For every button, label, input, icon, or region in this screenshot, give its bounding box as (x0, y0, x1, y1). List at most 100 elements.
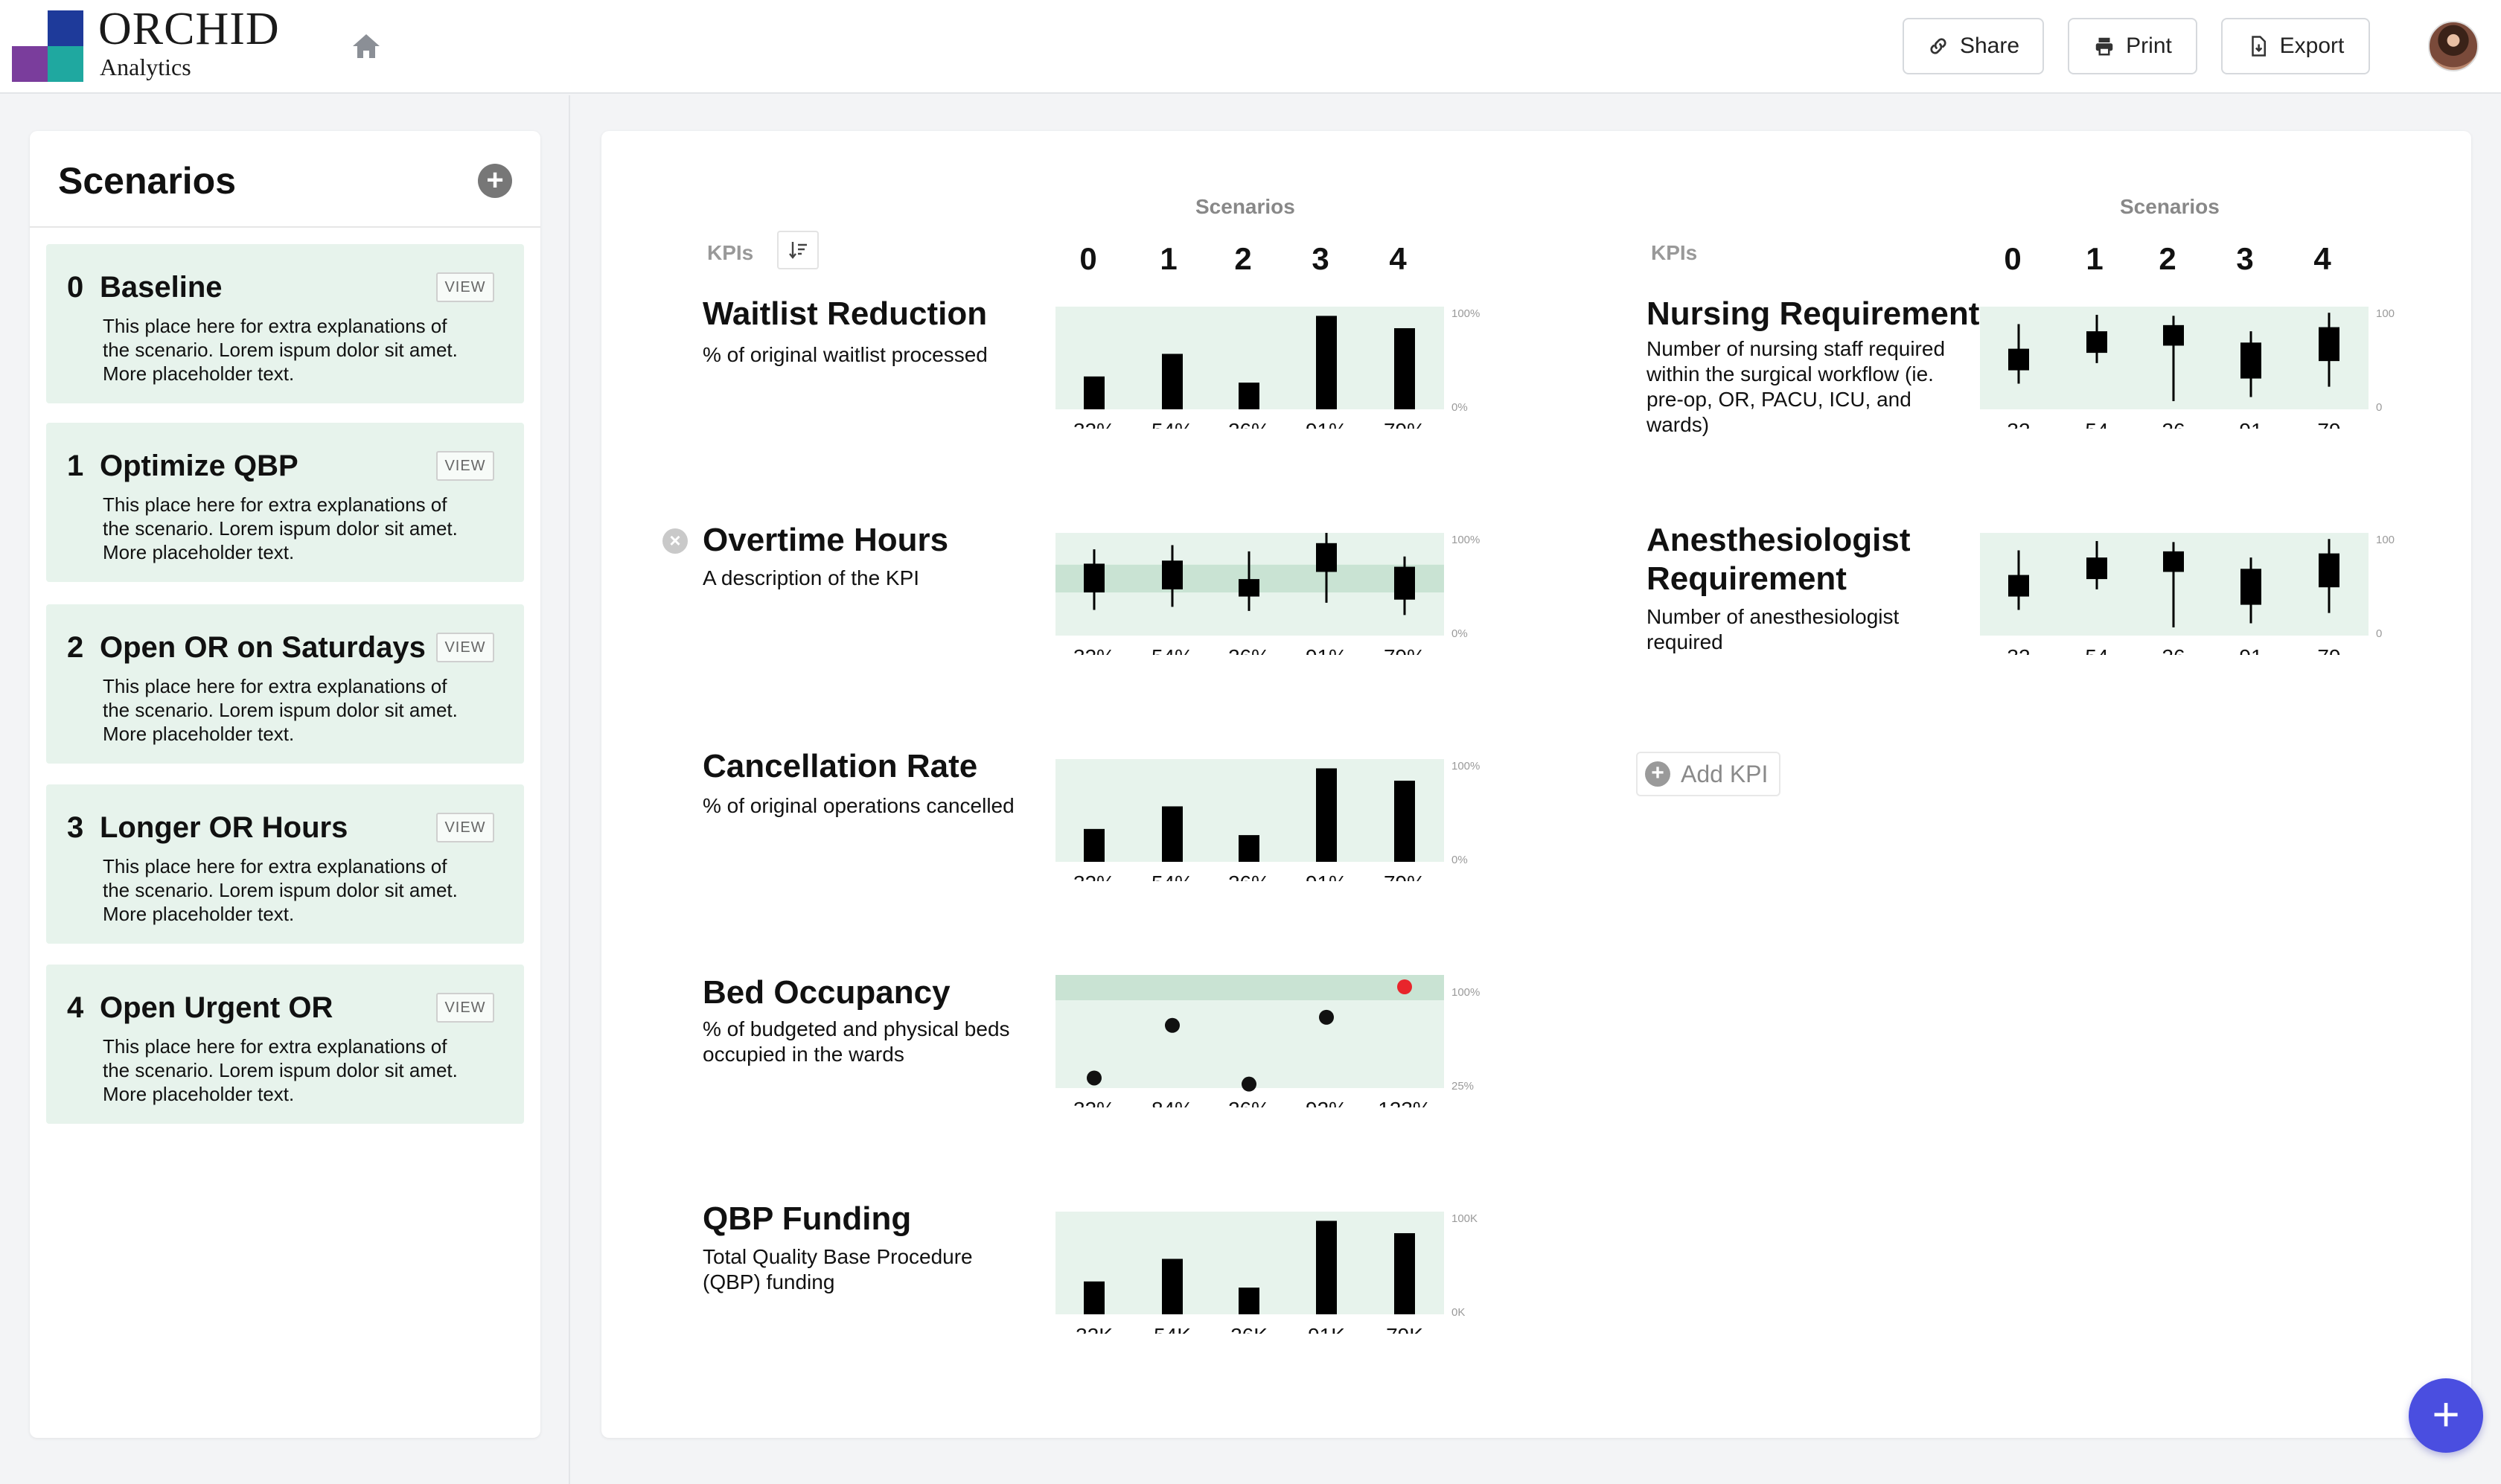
bed-occupancy-chart: 100% 25% 32% 84% 26% 92% 123% (1055, 975, 1480, 1107)
divider (30, 226, 540, 228)
candle-body (2240, 569, 2261, 605)
logo-square-purple (12, 46, 48, 82)
scenario-card[interactable]: 0 Baseline VIEW This place here for extr… (46, 244, 524, 403)
value-label: 26 (2162, 419, 2185, 429)
scenario-description: This place here for extra explanations o… (103, 493, 458, 563)
bar (1316, 768, 1337, 862)
scenario-number: 2 (67, 631, 84, 664)
value-label: 79% (1384, 871, 1425, 881)
bar (1316, 316, 1337, 409)
bar (1239, 835, 1259, 862)
scenario-column-4: 4 (1389, 241, 1407, 276)
value-label: 54% (1152, 645, 1193, 655)
scenario-description: This place here for extra explanations o… (103, 855, 458, 925)
kpi-description: Total Quality Base Procedure (QBP) fundi… (703, 1245, 973, 1293)
brand-title: ORCHID (98, 4, 280, 54)
add-kpi-button[interactable]: + Add KPI (1636, 752, 1780, 796)
scenario-card[interactable]: 1 Optimize QBP VIEW This place here for … (46, 423, 524, 582)
y-min-label: 0% (1451, 401, 1468, 414)
y-min-label: 0 (2376, 627, 2382, 640)
scenario-card[interactable]: 3 Longer OR Hours VIEW This place here f… (46, 784, 524, 944)
value-label: 91 (2239, 419, 2262, 429)
value-label: 92% (1306, 1098, 1347, 1107)
candle-body (2086, 557, 2107, 580)
candle-body (1316, 543, 1337, 572)
value-label: 32% (1073, 419, 1115, 429)
view-scenario-button[interactable]: VIEW (436, 813, 494, 842)
scenarios-title: Scenarios (58, 160, 237, 202)
candle-body (2319, 327, 2339, 362)
kpi-title: Waitlist Reduction (703, 295, 988, 332)
scenario-column-4: 4 (2313, 241, 2331, 276)
scenarios-column-header: Scenarios (1195, 195, 1295, 218)
y-max-label: 100% (1451, 760, 1480, 773)
plot-background (1055, 985, 1444, 1088)
y-min-label: 0% (1451, 627, 1468, 640)
kpi-title: Cancellation Rate (703, 748, 978, 784)
qbp-funding-chart: 100K 0K 32K 54K 26K 91K 79K (1055, 1212, 1478, 1334)
view-scenario-button[interactable]: VIEW (436, 993, 494, 1023)
share-label: Share (1959, 33, 2020, 58)
kpi-title: Anesthesiologist Requirement (1646, 522, 1911, 597)
kpi-description: % of original waitlist processed (703, 343, 988, 366)
sort-button[interactable] (777, 231, 819, 269)
view-scenario-button[interactable]: VIEW (436, 272, 494, 302)
y-max-label: 100% (1451, 534, 1480, 546)
home-icon[interactable] (350, 31, 383, 61)
value-label: 54% (1152, 419, 1193, 429)
bar (1084, 828, 1105, 862)
candle-body (1394, 566, 1415, 600)
scenario-card[interactable]: 4 Open Urgent OR VIEW This place here fo… (46, 965, 524, 1124)
top-bar: ORCHID Analytics Share Print Export (0, 0, 2501, 94)
candle-body (2008, 348, 2029, 371)
value-label: 32% (1073, 645, 1115, 655)
scenario-card[interactable]: 2 Open OR on Saturdays VIEW This place h… (46, 604, 524, 764)
value-label: 91% (1306, 871, 1347, 881)
bar (1239, 1288, 1259, 1314)
bar (1084, 1281, 1105, 1314)
scenario-name: Longer OR Hours (100, 811, 348, 844)
y-min-label: 25% (1451, 1080, 1474, 1093)
bar (1239, 383, 1259, 409)
kpi-title: Bed Occupancy (703, 974, 951, 1011)
y-min-label: 0 (2376, 401, 2382, 414)
remove-kpi-button[interactable]: × (662, 528, 688, 554)
y-max-label: 100% (1451, 307, 1480, 320)
value-label: 26 (2162, 645, 2185, 655)
scenario-number: 1 (67, 450, 84, 482)
kpi-title: Nursing Requirement (1646, 295, 1980, 332)
candle-body (1239, 579, 1259, 597)
candle-body (2319, 553, 2339, 588)
user-avatar[interactable] (2428, 21, 2479, 71)
y-max-label: 100 (2376, 307, 2395, 320)
floating-add-button[interactable]: + (2409, 1378, 2483, 1453)
view-scenario-button[interactable]: VIEW (436, 451, 494, 481)
data-point (1242, 1076, 1256, 1092)
value-label: 79 (2317, 419, 2340, 429)
print-button[interactable]: Print (2068, 18, 2197, 74)
over-capacity-band (1055, 975, 1444, 1000)
bar (1162, 354, 1183, 409)
scenario-column-2: 2 (2159, 241, 2176, 276)
orchid-logo[interactable] (12, 10, 83, 82)
scenario-number: 4 (67, 991, 84, 1024)
share-button[interactable]: Share (1903, 18, 2044, 74)
view-scenario-button[interactable]: VIEW (436, 633, 494, 662)
candle-body (2240, 342, 2261, 379)
value-label: 32% (1073, 1098, 1115, 1107)
scenarios-column-header: Scenarios (2120, 195, 2220, 218)
value-label: 26K (1230, 1324, 1268, 1334)
add-scenario-button[interactable]: + (478, 164, 512, 198)
candle-body (2086, 331, 2107, 354)
value-label: 54% (1152, 871, 1193, 881)
export-button[interactable]: Export (2221, 18, 2370, 74)
print-label: Print (2126, 33, 2172, 58)
kpi-panel: Scenarios KPIs 0 1 2 3 4 Scenarios KPIs … (601, 131, 2471, 1438)
scenario-column-3: 3 (2236, 241, 2254, 276)
export-label: Export (2279, 33, 2345, 58)
value-label: 54 (2085, 645, 2108, 655)
scenario-column-0: 0 (1079, 241, 1097, 276)
logo-square-navy (48, 10, 83, 46)
y-min-label: 0K (1451, 1306, 1465, 1319)
scenario-column-2: 2 (1234, 241, 1252, 276)
